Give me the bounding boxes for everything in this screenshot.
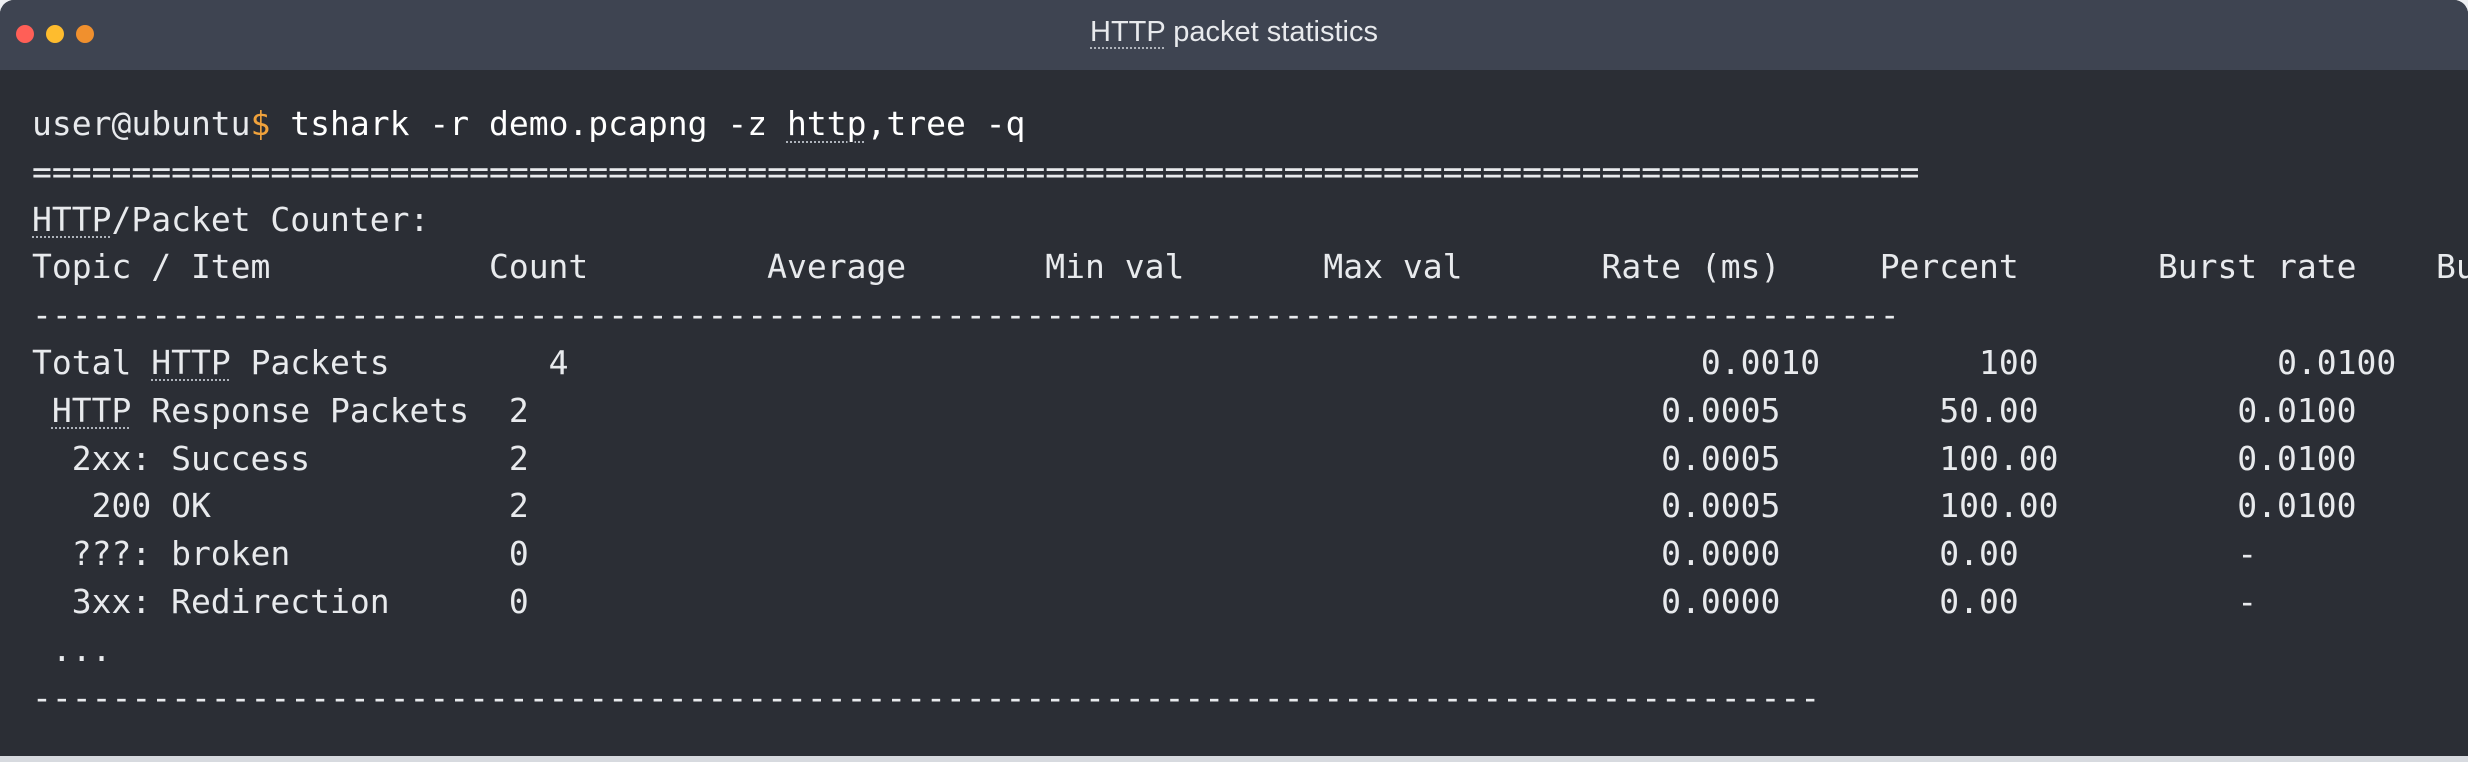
table-row: HTTP Response Packets 2 0.0005 50.00 0.0…: [32, 387, 2468, 435]
table-row: Total HTTP Packets 4 0.0010 100 0.0100 0…: [32, 339, 2468, 387]
separator-double: ========================================…: [32, 151, 1920, 191]
counter-title-abbr: HTTP: [32, 199, 112, 239]
ellipsis-line: ...: [32, 629, 112, 669]
counter-title: HTTP/Packet Counter:: [32, 196, 2468, 244]
row-text-abbr: HTTP: [151, 342, 231, 382]
table-row: ???: broken 0 0.0000 0.00 - -: [32, 534, 2468, 574]
window-title: HTTP packet statistics: [0, 16, 2468, 49]
terminal-output[interactable]: user@ubuntu$ tshark -r demo.pcapng -z ht…: [32, 100, 2468, 762]
stats-table-header: Topic / Item Count Average Min val Max v…: [32, 247, 2468, 287]
table-row: 200 OK 2 0.0005 100.00 0.0100 3.956: [32, 486, 2468, 526]
table-row: 2xx: Success 2 0.0005 100.00 0.0100 3.95…: [32, 438, 2468, 478]
terminal-window: HTTP packet statistics user@ubuntu$ tsha…: [0, 0, 2468, 762]
window-title-abbr: HTTP: [1090, 16, 1166, 48]
window-bottom-edge: [0, 756, 2468, 762]
separator-bottom: ----------------------------------------…: [32, 677, 1821, 717]
row-text-pre: [32, 391, 52, 430]
command-text-end: ,tree -q: [866, 104, 1026, 143]
prompt-symbol: $: [250, 104, 271, 143]
title-bar: HTTP packet statistics: [0, 0, 2468, 70]
separator-single: ----------------------------------------…: [32, 295, 1900, 335]
row-text-abbr: HTTP: [51, 390, 132, 430]
table-row: 3xx: Redirection 0 0.0000 0.00 - -: [32, 581, 2468, 621]
window-title-rest: packet statistics: [1165, 16, 1378, 48]
prompt-user: user@ubuntu: [32, 104, 251, 143]
row-text-post: Packets 4 0.0010 100 0.0100 0.911: [230, 342, 2468, 382]
counter-title-rest: /Packet Counter:: [111, 199, 430, 239]
command-text-abbr: http: [786, 104, 867, 143]
row-text-pre: Total: [32, 342, 152, 382]
row-text-post: Response Packets 2 0.0005 50.00 0.0100 3…: [131, 390, 2468, 430]
command-text-start: tshark -r demo.pcapng -z: [270, 104, 787, 143]
command-prompt-line: user@ubuntu$ tshark -r demo.pcapng -z ht…: [32, 100, 2468, 148]
